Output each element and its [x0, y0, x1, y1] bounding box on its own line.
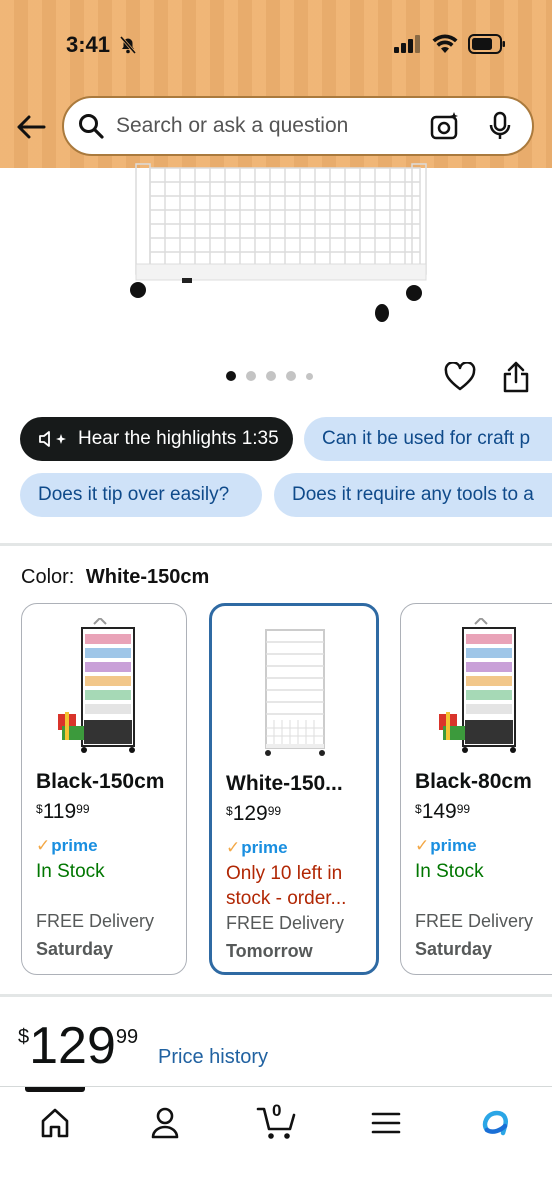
question-chip-craft[interactable]: Can it be used for craft p [304, 417, 552, 461]
speaker-sparkle-icon [39, 431, 66, 447]
variant-image [58, 618, 135, 753]
stock-status: In Stock [415, 861, 484, 882]
delivery-info: FREE Delivery Saturday [36, 911, 155, 959]
stock-status: In Stock [36, 861, 105, 882]
section-divider [0, 994, 552, 997]
color-selector-label: Color: White-150cm [21, 566, 209, 589]
share-icon[interactable] [502, 360, 530, 394]
question-chip-label: Can it be used for craft p [322, 428, 531, 449]
rufus-ai-icon [482, 1110, 508, 1136]
bell-off-icon [119, 36, 137, 54]
variant-price: $12999 [226, 802, 282, 825]
search-bar[interactable]: Search or ask a question [62, 96, 534, 156]
prime-badge: ✓ prime [415, 836, 477, 855]
back-arrow-icon[interactable] [14, 110, 48, 144]
delivery-info: FREE Delivery Tomorrow [226, 913, 345, 961]
status-indicators [394, 34, 506, 54]
section-divider [0, 543, 552, 546]
image-carousel-dots [226, 371, 313, 381]
active-tab-indicator [25, 1087, 85, 1092]
wifi-icon [432, 34, 458, 53]
account-tab[interactable] [145, 1103, 185, 1143]
delivery-info: FREE Delivery Saturday [415, 911, 534, 959]
menu-tab[interactable] [366, 1103, 406, 1143]
carousel-dot [226, 371, 236, 381]
microphone-icon[interactable] [488, 111, 512, 141]
cart-count-badge: 0 [272, 1101, 282, 1120]
search-icon [79, 114, 104, 139]
cellular-signal-icon [394, 35, 420, 53]
price-history-link[interactable]: Price history [158, 1046, 268, 1069]
bottom-nav: 0 [0, 1086, 552, 1200]
person-icon [151, 1107, 179, 1139]
top-header: 3:41 Search or ask a question [0, 0, 552, 168]
hear-highlights-chip[interactable]: Hear the highlights 1:35 [20, 417, 293, 461]
selected-color: White-150cm [85, 566, 210, 588]
heart-icon[interactable] [444, 362, 476, 392]
variant-price: $11999 [36, 800, 90, 823]
variant-card-black-80[interactable]: Black-80cm $14999 ✓ prime In Stock FREE D… [400, 603, 552, 975]
variant-price: $14999 [415, 800, 471, 823]
rufus-tab[interactable] [476, 1103, 516, 1143]
search-input[interactable]: Search or ask a question [116, 114, 430, 138]
battery-icon [468, 34, 505, 54]
question-chip-tip-over[interactable]: Does it tip over easily? [20, 473, 262, 517]
menu-icon [371, 1112, 401, 1134]
carousel-dot [286, 371, 296, 381]
question-chip-label: Does it require any tools to a [292, 484, 534, 505]
status-time: 3:41 [66, 32, 111, 57]
home-icon [41, 1108, 69, 1138]
stock-status: Only 10 left in stock - order... [226, 863, 347, 909]
cart-tab[interactable]: 0 [254, 1101, 300, 1143]
variant-image [265, 629, 325, 756]
question-chip-tools[interactable]: Does it require any tools to a [274, 473, 552, 517]
variant-name: Black-150cm [36, 770, 165, 793]
home-tab[interactable] [35, 1103, 75, 1143]
variant-image [439, 618, 516, 753]
carousel-dot [246, 371, 256, 381]
variant-name: Black-80cm [415, 770, 532, 793]
carousel-dot [266, 371, 276, 381]
product-price: $ 129 99 [18, 1017, 139, 1075]
variant-card-black-150[interactable]: Black-150cm $11999 ✓ prime In Stock FREE … [21, 603, 187, 975]
color-label: Color: [21, 566, 75, 588]
question-chip-label: Does it tip over easily? [38, 484, 230, 505]
carousel-dot [306, 372, 313, 380]
prime-badge: ✓ prime [226, 838, 288, 857]
prime-badge: ✓ prime [36, 836, 98, 855]
product-image[interactable] [110, 160, 440, 330]
camera-lens-icon[interactable] [430, 111, 460, 141]
variant-card-white-150[interactable]: White-150... $12999 ✓ prime Only 10 left … [209, 603, 379, 975]
variant-name: White-150... [226, 772, 343, 795]
hear-highlights-label: Hear the highlights 1:35 [78, 428, 279, 449]
